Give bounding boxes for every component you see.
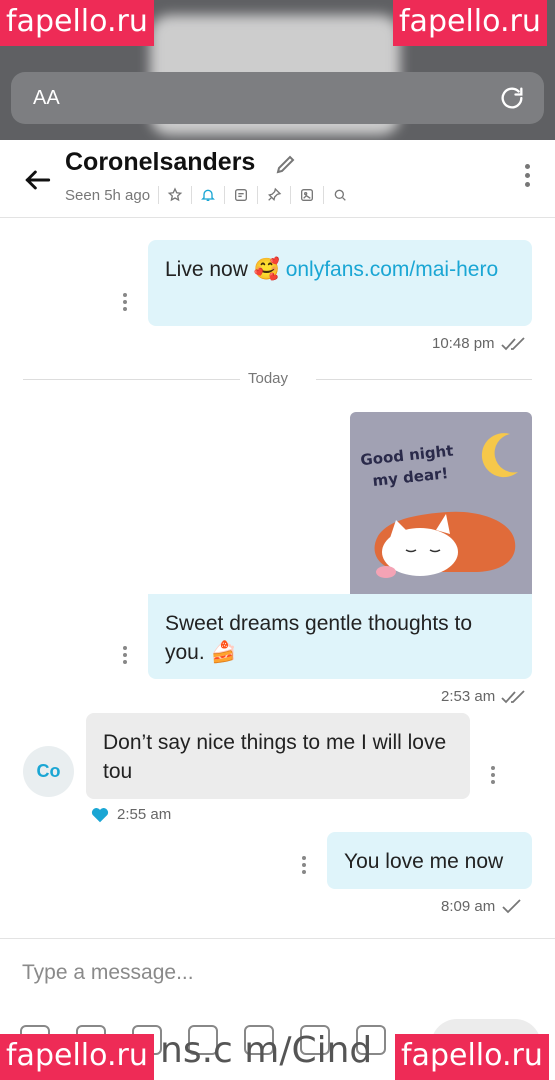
watermark: fapello.ru bbox=[395, 1034, 549, 1080]
message-options-icon[interactable] bbox=[122, 646, 128, 667]
sleeping-cat-sticker: Good night my dear! bbox=[360, 433, 518, 578]
sticker-line2: my dear! bbox=[372, 464, 449, 490]
double-check-icon bbox=[501, 689, 525, 703]
message-options-icon[interactable] bbox=[490, 766, 496, 787]
message-text: Sweet dreams gentle thoughts to you. 🍰 bbox=[165, 612, 473, 664]
message-text: Don’t say nice things to me I will love … bbox=[103, 731, 447, 783]
star-icon[interactable] bbox=[167, 187, 183, 203]
back-arrow-icon[interactable] bbox=[22, 164, 54, 196]
time-text: 8:09 am bbox=[441, 898, 496, 915]
overlay-url-text: ns.c m/Cind bbox=[160, 1030, 373, 1071]
time-text: 2:53 am bbox=[441, 688, 496, 705]
edit-pencil-icon[interactable] bbox=[274, 152, 298, 176]
outgoing-message: You love me now bbox=[327, 832, 532, 889]
message-text: You love me now bbox=[344, 850, 504, 873]
sticker-image[interactable]: Good night my dear! bbox=[350, 412, 532, 594]
search-icon[interactable] bbox=[332, 187, 348, 203]
last-seen: Seen 5h ago bbox=[65, 186, 151, 204]
message-time: 2:55 am bbox=[91, 806, 171, 823]
double-check-icon bbox=[500, 336, 525, 350]
incoming-message: Don’t say nice things to me I will love … bbox=[86, 713, 470, 799]
avatar[interactable]: Co bbox=[23, 746, 74, 797]
notes-icon[interactable] bbox=[233, 187, 249, 203]
outgoing-message: Sweet dreams gentle thoughts to you. 🍰 bbox=[148, 594, 532, 679]
watermark: fapello.ru bbox=[393, 0, 547, 46]
bell-icon[interactable] bbox=[200, 187, 216, 203]
divider-line bbox=[23, 379, 240, 380]
contact-name[interactable]: Coronelsanders bbox=[65, 148, 255, 177]
message-options-icon[interactable] bbox=[301, 856, 307, 877]
message-time: 8:09 am bbox=[441, 898, 523, 915]
time-text: 10:48 pm bbox=[432, 335, 495, 352]
day-divider: Today bbox=[248, 370, 289, 387]
divider-line bbox=[316, 379, 532, 380]
outgoing-message: Live now 🥰 onlyfans.com/mai-hero bbox=[148, 240, 532, 326]
address-bar[interactable]: AA bbox=[11, 72, 544, 124]
pin-icon[interactable] bbox=[266, 187, 282, 203]
check-icon bbox=[502, 898, 521, 913]
heart-icon[interactable] bbox=[91, 807, 109, 823]
message-options-icon[interactable] bbox=[122, 293, 128, 314]
message-time: 2:53 am bbox=[441, 688, 527, 705]
header-subline: Seen 5h ago bbox=[65, 186, 348, 204]
message-time: 10:48 pm bbox=[432, 335, 527, 352]
chat-header: Coronelsanders Seen 5h ago bbox=[0, 140, 555, 218]
media-icon[interactable] bbox=[299, 187, 315, 203]
message-input[interactable] bbox=[22, 953, 522, 993]
time-text: 2:55 am bbox=[117, 806, 172, 823]
watermark: fapello.ru bbox=[0, 0, 154, 46]
watermark: fapello.ru bbox=[0, 1034, 154, 1080]
reload-icon[interactable] bbox=[498, 84, 526, 112]
more-options-icon[interactable] bbox=[523, 164, 531, 194]
message-link[interactable]: onlyfans.com/mai-hero bbox=[286, 258, 498, 281]
text-size-button[interactable]: AA bbox=[33, 87, 60, 110]
message-text: Live now 🥰 bbox=[165, 258, 286, 281]
